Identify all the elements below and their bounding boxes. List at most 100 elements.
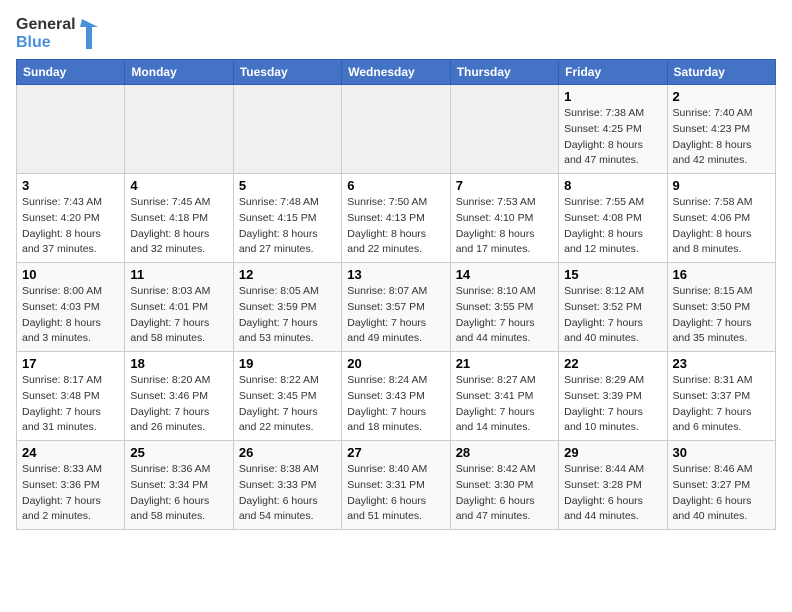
day-number: 21	[456, 356, 553, 371]
col-header-thursday: Thursday	[450, 60, 558, 85]
calendar-cell	[125, 85, 233, 174]
calendar-cell: 25 Sunrise: 8:36 AM Sunset: 3:34 PM Dayli…	[125, 441, 233, 530]
calendar-cell: 12 Sunrise: 8:05 AM Sunset: 3:59 PM Dayli…	[233, 263, 341, 352]
calendar-cell	[233, 85, 341, 174]
day-info: Sunrise: 8:46 AM Sunset: 3:27 PM Dayligh…	[673, 462, 770, 525]
calendar-cell: 22Sunrise: 8:29 AM Sunset: 3:39 PM Dayli…	[559, 352, 667, 441]
day-info: Sunrise: 8:10 AM Sunset: 3:55 PM Dayligh…	[456, 284, 553, 347]
calendar-cell: 27 Sunrise: 8:40 AM Sunset: 3:31 PM Dayli…	[342, 441, 450, 530]
calendar-cell: 26 Sunrise: 8:38 AM Sunset: 3:33 PM Dayli…	[233, 441, 341, 530]
day-number: 3	[22, 178, 119, 193]
day-number: 26	[239, 445, 336, 460]
calendar-header-row: SundayMondayTuesdayWednesdayThursdayFrid…	[17, 60, 776, 85]
calendar-cell: 19Sunrise: 8:22 AM Sunset: 3:45 PM Dayli…	[233, 352, 341, 441]
calendar-cell: 23 Sunrise: 8:31 AM Sunset: 3:37 PM Dayli…	[667, 352, 775, 441]
day-info: Sunrise: 7:48 AM Sunset: 4:15 PM Dayligh…	[239, 195, 336, 258]
day-number: 4	[130, 178, 227, 193]
day-number: 19	[239, 356, 336, 371]
calendar-cell: 1 Sunrise: 7:38 AM Sunset: 4:25 PM Daylig…	[559, 85, 667, 174]
day-info: Sunrise: 7:58 AM Sunset: 4:06 PM Dayligh…	[673, 195, 770, 258]
day-info: Sunrise: 8:38 AM Sunset: 3:33 PM Dayligh…	[239, 462, 336, 525]
calendar-cell: 29 Sunrise: 8:44 AM Sunset: 3:28 PM Dayli…	[559, 441, 667, 530]
day-info: Sunrise: 8:33 AM Sunset: 3:36 PM Dayligh…	[22, 462, 119, 525]
day-number: 7	[456, 178, 553, 193]
day-info: Sunrise: 8:40 AM Sunset: 3:31 PM Dayligh…	[347, 462, 444, 525]
calendar-cell: 4 Sunrise: 7:45 AM Sunset: 4:18 PM Daylig…	[125, 174, 233, 263]
day-number: 18	[130, 356, 227, 371]
day-number: 8	[564, 178, 661, 193]
calendar-cell: 6 Sunrise: 7:50 AM Sunset: 4:13 PM Daylig…	[342, 174, 450, 263]
day-info: Sunrise: 8:05 AM Sunset: 3:59 PM Dayligh…	[239, 284, 336, 347]
calendar-cell: 11 Sunrise: 8:03 AM Sunset: 4:01 PM Dayli…	[125, 263, 233, 352]
calendar-cell: 28 Sunrise: 8:42 AM Sunset: 3:30 PM Dayli…	[450, 441, 558, 530]
calendar-week-row: 10Sunrise: 8:00 AM Sunset: 4:03 PM Dayli…	[17, 263, 776, 352]
day-number: 9	[673, 178, 770, 193]
logo-line2: Blue	[16, 34, 76, 52]
day-info: Sunrise: 8:27 AM Sunset: 3:41 PM Dayligh…	[456, 373, 553, 436]
day-number: 2	[673, 89, 770, 104]
day-info: Sunrise: 7:40 AM Sunset: 4:23 PM Dayligh…	[673, 106, 770, 169]
calendar-cell	[342, 85, 450, 174]
day-number: 23	[673, 356, 770, 371]
day-number: 22	[564, 356, 661, 371]
day-info: Sunrise: 7:55 AM Sunset: 4:08 PM Dayligh…	[564, 195, 661, 258]
day-number: 5	[239, 178, 336, 193]
day-number: 24	[22, 445, 119, 460]
calendar-table: SundayMondayTuesdayWednesdayThursdayFrid…	[16, 59, 776, 530]
day-info: Sunrise: 8:20 AM Sunset: 3:46 PM Dayligh…	[130, 373, 227, 436]
day-number: 13	[347, 267, 444, 282]
calendar-cell: 8 Sunrise: 7:55 AM Sunset: 4:08 PM Daylig…	[559, 174, 667, 263]
calendar-cell: 7 Sunrise: 7:53 AM Sunset: 4:10 PM Daylig…	[450, 174, 558, 263]
col-header-wednesday: Wednesday	[342, 60, 450, 85]
day-info: Sunrise: 7:43 AM Sunset: 4:20 PM Dayligh…	[22, 195, 119, 258]
calendar-week-row: 24 Sunrise: 8:33 AM Sunset: 3:36 PM Dayli…	[17, 441, 776, 530]
day-info: Sunrise: 8:07 AM Sunset: 3:57 PM Dayligh…	[347, 284, 444, 347]
day-number: 15	[564, 267, 661, 282]
day-number: 27	[347, 445, 444, 460]
calendar-week-row: 3 Sunrise: 7:43 AM Sunset: 4:20 PM Daylig…	[17, 174, 776, 263]
calendar-cell: 20 Sunrise: 8:24 AM Sunset: 3:43 PM Dayli…	[342, 352, 450, 441]
day-number: 12	[239, 267, 336, 282]
day-number: 28	[456, 445, 553, 460]
calendar-cell: 9 Sunrise: 7:58 AM Sunset: 4:06 PM Daylig…	[667, 174, 775, 263]
day-number: 20	[347, 356, 444, 371]
day-number: 29	[564, 445, 661, 460]
calendar-cell	[450, 85, 558, 174]
logo-arrow-icon	[80, 17, 100, 51]
day-info: Sunrise: 7:38 AM Sunset: 4:25 PM Dayligh…	[564, 106, 661, 169]
col-header-saturday: Saturday	[667, 60, 775, 85]
day-info: Sunrise: 8:42 AM Sunset: 3:30 PM Dayligh…	[456, 462, 553, 525]
day-info: Sunrise: 8:17 AM Sunset: 3:48 PM Dayligh…	[22, 373, 119, 436]
col-header-monday: Monday	[125, 60, 233, 85]
day-info: Sunrise: 8:31 AM Sunset: 3:37 PM Dayligh…	[673, 373, 770, 436]
day-number: 30	[673, 445, 770, 460]
logo: GeneralBlue	[16, 16, 100, 51]
col-header-friday: Friday	[559, 60, 667, 85]
logo-line1: General	[16, 16, 76, 34]
day-info: Sunrise: 8:44 AM Sunset: 3:28 PM Dayligh…	[564, 462, 661, 525]
calendar-cell: 5 Sunrise: 7:48 AM Sunset: 4:15 PM Daylig…	[233, 174, 341, 263]
calendar-cell: 2 Sunrise: 7:40 AM Sunset: 4:23 PM Daylig…	[667, 85, 775, 174]
calendar-cell: 3 Sunrise: 7:43 AM Sunset: 4:20 PM Daylig…	[17, 174, 125, 263]
calendar-week-row: 17Sunrise: 8:17 AM Sunset: 3:48 PM Dayli…	[17, 352, 776, 441]
day-info: Sunrise: 7:53 AM Sunset: 4:10 PM Dayligh…	[456, 195, 553, 258]
day-info: Sunrise: 8:36 AM Sunset: 3:34 PM Dayligh…	[130, 462, 227, 525]
day-info: Sunrise: 7:50 AM Sunset: 4:13 PM Dayligh…	[347, 195, 444, 258]
day-number: 11	[130, 267, 227, 282]
col-header-tuesday: Tuesday	[233, 60, 341, 85]
day-info: Sunrise: 8:24 AM Sunset: 3:43 PM Dayligh…	[347, 373, 444, 436]
day-number: 25	[130, 445, 227, 460]
col-header-sunday: Sunday	[17, 60, 125, 85]
calendar-cell: 10Sunrise: 8:00 AM Sunset: 4:03 PM Dayli…	[17, 263, 125, 352]
day-info: Sunrise: 8:12 AM Sunset: 3:52 PM Dayligh…	[564, 284, 661, 347]
day-info: Sunrise: 7:45 AM Sunset: 4:18 PM Dayligh…	[130, 195, 227, 258]
calendar-cell: 14Sunrise: 8:10 AM Sunset: 3:55 PM Dayli…	[450, 263, 558, 352]
calendar-cell: 18 Sunrise: 8:20 AM Sunset: 3:46 PM Dayli…	[125, 352, 233, 441]
day-number: 1	[564, 89, 661, 104]
calendar-cell: 15 Sunrise: 8:12 AM Sunset: 3:52 PM Dayli…	[559, 263, 667, 352]
calendar-cell: 30 Sunrise: 8:46 AM Sunset: 3:27 PM Dayli…	[667, 441, 775, 530]
calendar-cell: 21 Sunrise: 8:27 AM Sunset: 3:41 PM Dayli…	[450, 352, 558, 441]
day-info: Sunrise: 8:03 AM Sunset: 4:01 PM Dayligh…	[130, 284, 227, 347]
calendar-cell: 13 Sunrise: 8:07 AM Sunset: 3:57 PM Dayli…	[342, 263, 450, 352]
day-number: 6	[347, 178, 444, 193]
